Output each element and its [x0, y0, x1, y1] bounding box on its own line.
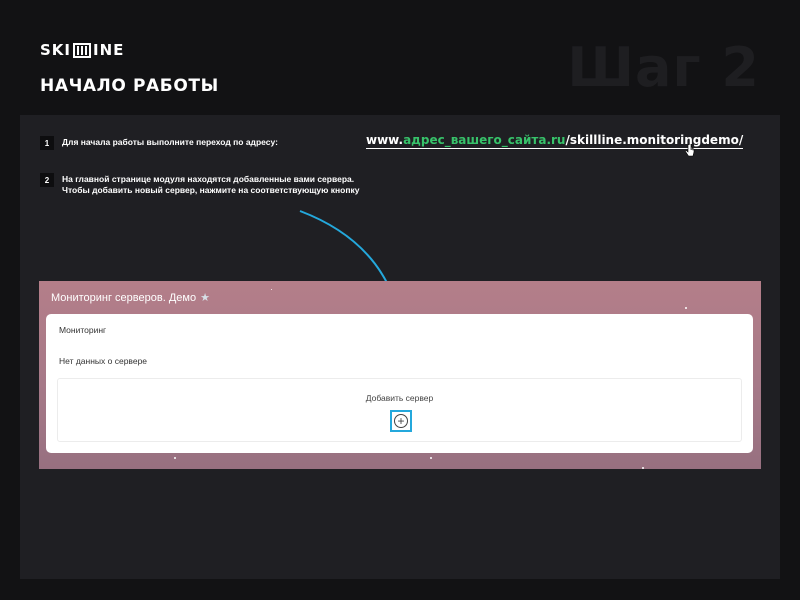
decor-dot: [685, 307, 687, 309]
instruction-panel: 1 Для начала работы выполните переход по…: [20, 115, 780, 579]
brand-logo: SKI INE: [40, 41, 124, 59]
add-server-label: Добавить сервер: [365, 393, 434, 403]
add-server-button[interactable]: +: [390, 410, 412, 432]
step-badge: Шаг 2: [567, 36, 760, 99]
logo-text-left: SKI: [40, 41, 72, 59]
logo-text-right: INE: [93, 41, 125, 59]
card-title: Мониторинг: [59, 325, 107, 335]
app-screenshot: Мониторинг серверов. Демо ★ Мониторинг Н…: [39, 281, 761, 469]
decor-dot: [642, 467, 644, 469]
add-server-area: Добавить сервер +: [57, 378, 742, 442]
empty-message: Нет данных о сервере: [59, 356, 148, 366]
page-heading: НАЧАЛО РАБОТЫ: [40, 76, 219, 96]
monitoring-card: Мониторинг Нет данных о сервере Добавить…: [46, 314, 753, 453]
app-title: Мониторинг серверов. Демо ★: [51, 291, 210, 305]
plus-circle-icon: +: [394, 414, 408, 428]
decor-dot: [430, 457, 432, 459]
app-title-text: Мониторинг серверов. Демо: [51, 291, 197, 304]
decor-dot: [174, 457, 176, 459]
logo-bars-icon: [73, 42, 92, 58]
decor-dot: [271, 289, 272, 290]
star-icon[interactable]: ★: [200, 291, 210, 304]
